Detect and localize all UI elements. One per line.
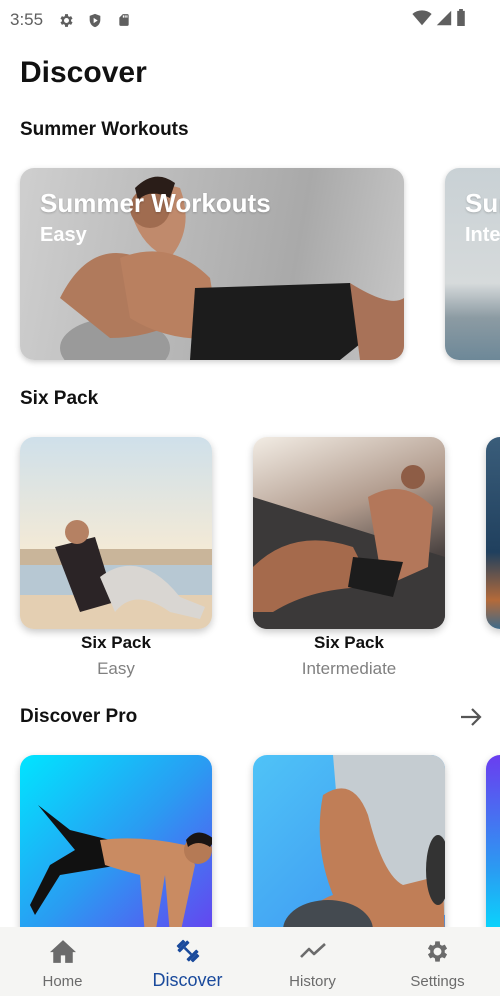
card-level: Intermediate bbox=[301, 659, 397, 678]
battery-icon bbox=[456, 9, 466, 31]
nav-discover[interactable]: Discover bbox=[125, 927, 250, 996]
gear-icon bbox=[57, 11, 75, 29]
card-image bbox=[283, 755, 445, 947]
status-time: 3:55 bbox=[10, 10, 44, 29]
dumbbell-icon bbox=[174, 937, 202, 965]
wifi-icon bbox=[412, 9, 432, 31]
card-discover-pro-1[interactable] bbox=[20, 755, 212, 947]
card-level: Easy bbox=[97, 659, 135, 678]
card-image bbox=[20, 520, 212, 629]
banner-title: Summer Workouts bbox=[465, 188, 500, 218]
card-six-pack-easy[interactable] bbox=[20, 437, 212, 629]
nav-label: Settings bbox=[410, 973, 465, 990]
nav-label: History bbox=[289, 973, 336, 990]
card-image bbox=[30, 805, 212, 935]
discover-pro-more-button[interactable] bbox=[456, 702, 486, 732]
banner-subtitle: Intermediate bbox=[465, 224, 500, 246]
nav-home[interactable]: Home bbox=[0, 927, 125, 996]
card-title: Six Pack bbox=[81, 633, 151, 652]
gear-icon bbox=[424, 937, 452, 965]
nav-settings[interactable]: Settings bbox=[375, 927, 500, 996]
card-title: Six Pack bbox=[314, 633, 384, 652]
nav-label: Discover bbox=[152, 970, 223, 990]
card-label-six-pack-easy: Six Pack Easy bbox=[20, 633, 212, 679]
card-discover-pro-3[interactable] bbox=[486, 755, 500, 947]
banner-summer-workouts-intermediate[interactable]: Summer Workouts Intermediate bbox=[445, 168, 500, 360]
banner-summer-workouts-easy[interactable]: Summer Workouts Easy bbox=[20, 168, 404, 360]
card-label-six-pack-intermediate: Six Pack Intermediate bbox=[253, 633, 445, 679]
card-six-pack-advanced[interactable] bbox=[486, 437, 500, 629]
shield-play-icon bbox=[86, 11, 104, 29]
banner-subtitle: Easy bbox=[40, 224, 87, 246]
section-title-six-pack: Six Pack bbox=[20, 388, 99, 409]
status-bar: 3:55 bbox=[0, 0, 500, 40]
banner-title: Summer Workouts bbox=[40, 188, 271, 218]
signal-icon bbox=[436, 10, 452, 31]
section-title-discover-pro: Discover Pro bbox=[20, 706, 138, 727]
trend-icon bbox=[299, 937, 327, 965]
nav-label: Home bbox=[42, 973, 83, 990]
bottom-nav: Home Discover History Settings bbox=[0, 927, 500, 996]
card-image bbox=[253, 465, 445, 629]
card-discover-pro-2[interactable] bbox=[253, 755, 445, 947]
arrow-right-icon bbox=[461, 708, 482, 726]
card-six-pack-intermediate[interactable] bbox=[253, 437, 445, 629]
section-title-summer-workouts: Summer Workouts bbox=[20, 119, 189, 140]
home-icon bbox=[49, 937, 77, 965]
sd-card-icon bbox=[115, 11, 133, 29]
nav-history[interactable]: History bbox=[250, 927, 375, 996]
page-title: Discover bbox=[20, 56, 147, 89]
